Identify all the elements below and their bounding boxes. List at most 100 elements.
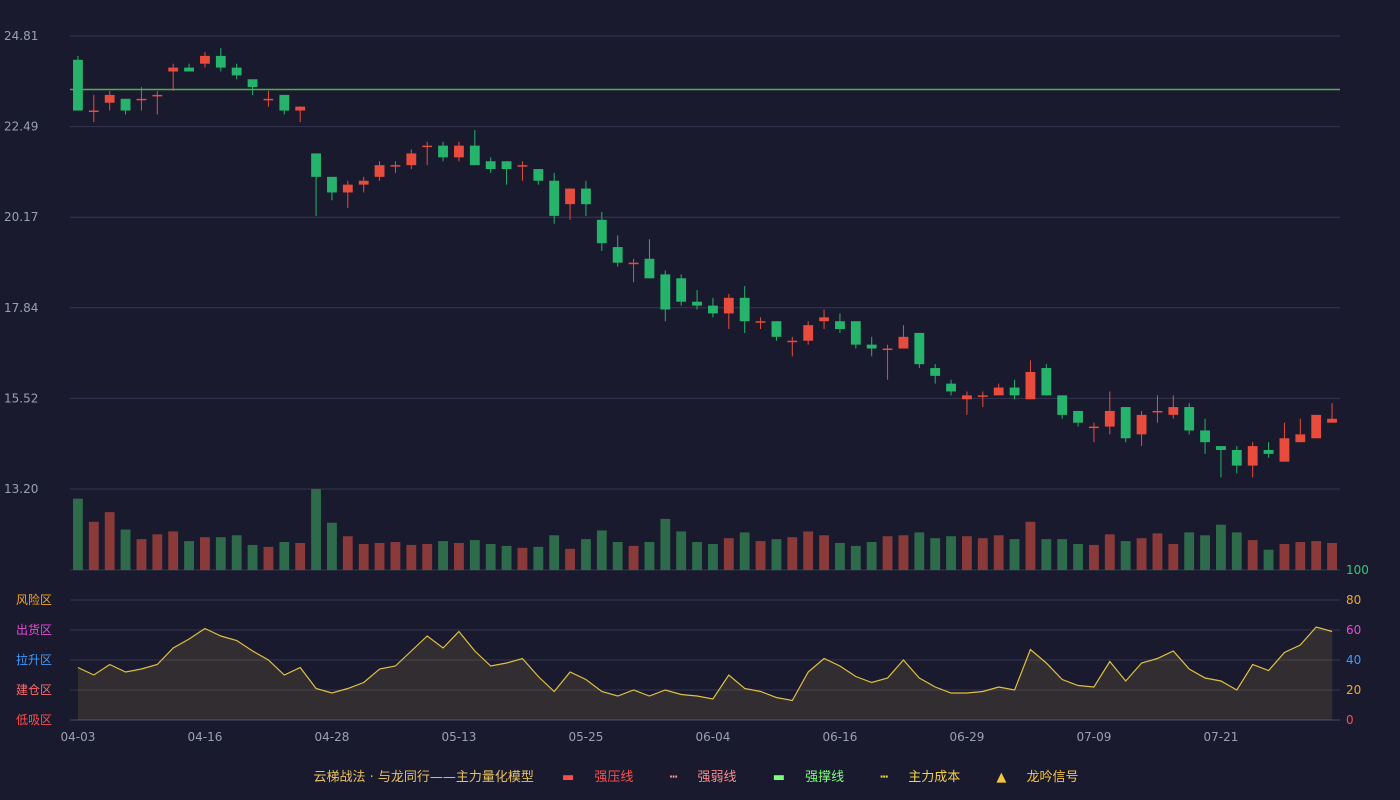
volume-bar: [469, 540, 480, 570]
price-tick-label: 20.17: [4, 210, 38, 224]
volume-bar: [1104, 534, 1115, 570]
candle-body: [279, 94, 290, 111]
candle-body: [263, 98, 274, 101]
candle-body: [104, 94, 115, 103]
volume-bar: [723, 538, 734, 570]
volume-bar: [104, 512, 115, 570]
candle-body: [184, 67, 194, 72]
dash-icon: ┅: [669, 770, 682, 785]
volume-bar: [422, 543, 433, 570]
volume-bar: [1263, 549, 1274, 570]
candle-body: [120, 98, 131, 111]
volume-bar: [1184, 532, 1195, 570]
volume-bar: [835, 543, 845, 570]
x-tick-label: 04-03: [61, 730, 96, 744]
zone-label: 建仓区: [16, 683, 52, 697]
dash-icon: ┅: [880, 770, 893, 785]
candle-body: [549, 180, 560, 216]
volume-bar: [279, 542, 290, 570]
candle-body: [327, 176, 337, 193]
x-tick-label: 07-09: [1077, 730, 1112, 744]
candle-body: [1089, 426, 1099, 429]
candle-body: [374, 165, 385, 177]
candle-body: [882, 348, 893, 351]
volume-bar: [1295, 542, 1306, 570]
volume-bar: [1025, 521, 1036, 570]
candle-body: [723, 297, 734, 314]
volume-bar: [644, 542, 655, 570]
candle-body: [660, 274, 671, 310]
volume-bar: [882, 536, 893, 570]
candle-body: [1104, 410, 1115, 427]
legend-item-strong-weak: ┅ 强弱线: [669, 770, 737, 785]
volume-bar: [1216, 524, 1226, 570]
candle-body: [835, 321, 845, 330]
candle-body: [1152, 410, 1163, 413]
candle-body: [533, 169, 544, 181]
price-tick-label: 15.52: [4, 391, 38, 405]
line-icon: ▬: [561, 770, 579, 785]
volume-bar: [1041, 539, 1052, 570]
volume-bar: [1057, 539, 1068, 570]
candle-body: [501, 161, 512, 170]
volume-bar: [660, 518, 671, 570]
candle-body: [247, 79, 258, 88]
candle-body: [930, 368, 941, 376]
candle-body: [517, 165, 528, 167]
volume-bar: [866, 542, 877, 570]
candle-body: [168, 67, 179, 72]
candle-body: [787, 340, 798, 343]
legend-item-dragon-signal: ▲ 龙吟信号: [996, 770, 1079, 785]
volume-bar: [533, 546, 544, 570]
candle-body: [1247, 446, 1258, 466]
volume-bar: [247, 544, 258, 570]
volume-bar: [771, 539, 782, 570]
volume-bar: [168, 531, 179, 570]
legend-item-main-cost: ┅ 主力成本: [880, 770, 961, 785]
volume-bar: [1089, 544, 1099, 570]
volume-bar: [120, 529, 131, 570]
volume-bar: [1120, 541, 1131, 570]
candle-body: [469, 145, 480, 166]
oscillator-tick-label: 20: [1346, 683, 1361, 697]
volume-bar: [263, 546, 274, 570]
volume-bar: [73, 498, 83, 570]
volume-bar: [327, 522, 337, 570]
volume-bar: [819, 535, 829, 570]
volume-bar: [1009, 539, 1020, 570]
volume-bar: [993, 535, 1004, 570]
candle-body: [739, 297, 750, 322]
candle-body: [406, 153, 417, 166]
candle-body: [295, 106, 306, 111]
zone-label: 风险区: [16, 592, 52, 607]
candle-body: [1168, 407, 1179, 415]
volume-bar: [946, 536, 956, 570]
volume-bar: [803, 531, 814, 570]
volume-bar: [549, 535, 560, 570]
price-tick-label: 22.49: [4, 120, 38, 134]
candle-body: [755, 321, 766, 323]
candle-body: [914, 332, 925, 365]
candle-body: [581, 188, 591, 205]
volume-bar: [739, 532, 750, 570]
volume-bar: [962, 536, 972, 570]
line-icon: ▬: [772, 770, 790, 785]
candle-body: [565, 188, 575, 205]
volume-bar: [1168, 543, 1179, 570]
candle-body: [1057, 395, 1068, 415]
volume-bar: [898, 535, 909, 570]
candle-body: [390, 165, 401, 167]
zone-label: 拉升区: [16, 652, 52, 667]
candle-body: [866, 344, 877, 349]
volume-bar: [136, 539, 147, 570]
volume-bar: [152, 534, 163, 570]
volume-bar: [231, 535, 242, 570]
chart: 24.81 22.49 20.17 17.84 15.52 13.20 100 80 60 40 2…: [4, 29, 1369, 744]
oscillator-tick-label: 60: [1346, 623, 1361, 637]
candle-body: [612, 247, 623, 263]
candle-body: [200, 55, 210, 64]
volume-bar: [454, 543, 464, 570]
volume-bar: [1247, 540, 1258, 570]
volume-bar: [1073, 543, 1083, 570]
candle-body: [803, 325, 814, 341]
